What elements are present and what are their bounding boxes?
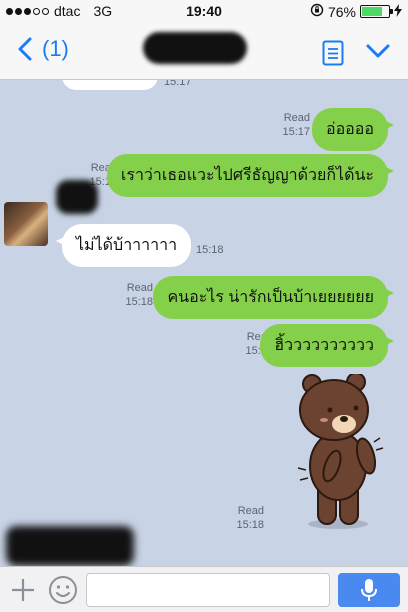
chat-area[interactable]: 15:17 Read 15:17 อ่ออออ Read 15:18 เราว่… <box>0 80 408 566</box>
message-meta: Read 15:18 <box>236 504 264 532</box>
outgoing-message[interactable]: เราว่าเธอแวะไปศรีธัญญาด้วยก็ได้นะ <box>106 154 395 197</box>
back-count: (1) <box>42 36 69 61</box>
battery-percent: 76% <box>327 3 356 20</box>
outgoing-message[interactable]: อ่ออออ <box>311 108 395 151</box>
message-time: 15:18 <box>125 296 153 308</box>
nav-bar: (1) <box>0 22 408 80</box>
chevron-left-icon <box>18 37 32 61</box>
charging-icon <box>394 3 402 20</box>
status-right: 76% <box>310 3 402 20</box>
message-meta: Read 15:17 <box>282 111 310 139</box>
read-receipt: Read <box>126 282 153 294</box>
mic-button[interactable] <box>338 573 400 607</box>
outgoing-message[interactable]: ฮิ้วววววววววว <box>260 324 394 367</box>
redacted-area <box>6 526 134 566</box>
brown-bear-sticker[interactable] <box>292 372 384 534</box>
previous-message-bubble <box>62 80 158 90</box>
notes-icon[interactable] <box>322 40 344 71</box>
outgoing-message[interactable]: คนอะไร น่ารักเป็นบ้าเยยยยยย <box>153 276 394 319</box>
incoming-message[interactable]: ไม่ได้บ้าาาาาา <box>55 224 192 267</box>
message-time: 15:18 <box>236 519 264 531</box>
back-button[interactable]: (1) <box>18 36 69 62</box>
rotation-lock-icon <box>310 3 324 20</box>
message-meta: Read 15:18 <box>125 281 153 309</box>
read-receipt: Read <box>283 112 310 124</box>
plus-icon[interactable] <box>10 577 36 608</box>
microphone-icon <box>361 579 377 601</box>
battery-icon <box>360 5 393 18</box>
message-time: 15:17 <box>282 126 310 138</box>
chevron-down-icon[interactable] <box>366 44 390 63</box>
previous-message-time: 15:17 <box>164 80 192 88</box>
avatar[interactable] <box>4 202 48 246</box>
status-bar: dtac 3G 19:40 76% <box>0 0 408 22</box>
read-receipt: Read <box>237 505 264 517</box>
input-bar <box>0 566 408 612</box>
emoji-icon[interactable] <box>48 575 78 610</box>
message-time: 15:18 <box>196 244 224 256</box>
sender-name-redacted <box>56 180 98 214</box>
chat-title-redacted <box>143 32 247 64</box>
message-input[interactable] <box>86 573 330 607</box>
